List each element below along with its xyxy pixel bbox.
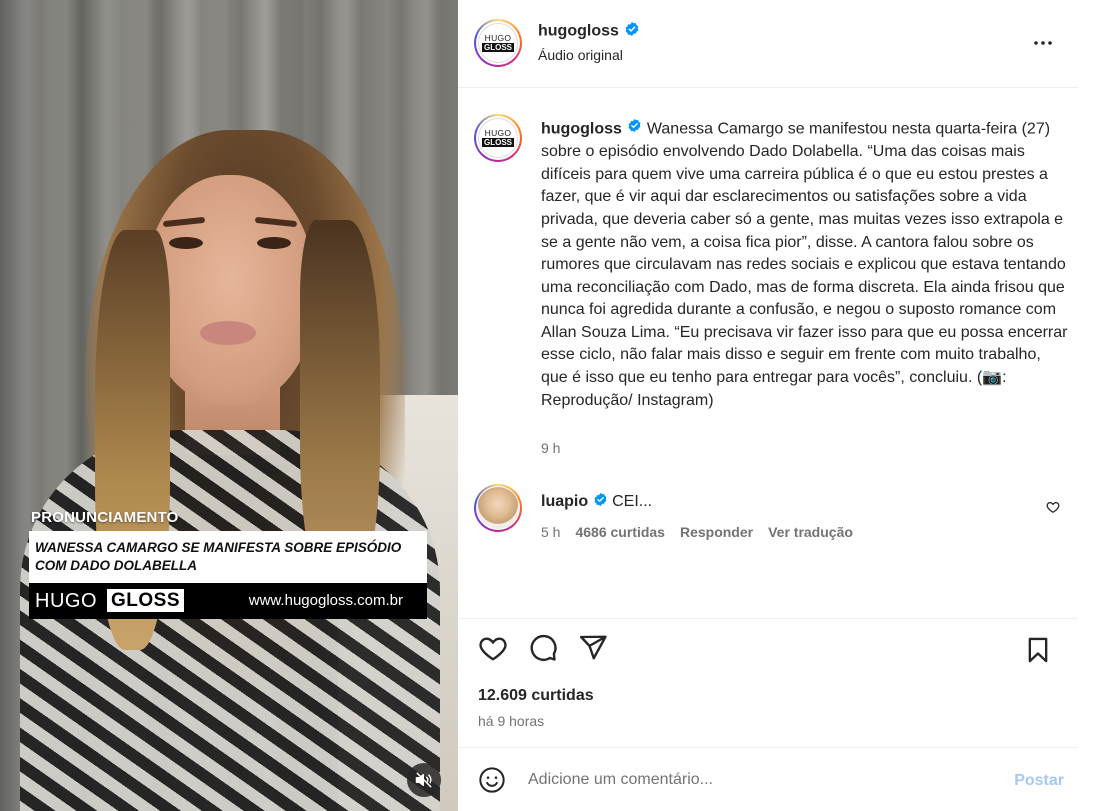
header-avatar[interactable]: HUGO GLOSS (474, 19, 522, 67)
like-button[interactable] (478, 633, 508, 668)
video-overlay-headline-line1: WANESSA CAMARGO SE MANIFESTA SOBRE EPISÓ… (35, 540, 402, 555)
video-overlay-headline-box: WANESSA CAMARGO SE MANIFESTA SOBRE EPISÓ… (29, 531, 427, 583)
post-timestamp[interactable]: há 9 horas (478, 713, 544, 729)
emoji-smiley-icon (479, 767, 505, 793)
video-person-face (145, 175, 315, 405)
comment-button[interactable] (528, 633, 558, 668)
video-brand-bar: HUGO GLOSS www.hugogloss.com.br (29, 583, 427, 619)
mute-button[interactable] (407, 763, 441, 797)
save-button[interactable] (1024, 636, 1052, 669)
comment-meta: 5 h 4686 curtidas Responder Ver tradução (541, 524, 853, 540)
comment-avatar-photo (477, 487, 519, 529)
original-audio-link[interactable]: Áudio original (538, 47, 623, 63)
speaker-muted-icon (415, 772, 432, 788)
post-comment-button[interactable]: Postar (1014, 772, 1064, 790)
verified-badge-icon (624, 21, 640, 42)
see-translation-button[interactable]: Ver tradução (768, 524, 853, 540)
comment-input[interactable] (528, 767, 988, 793)
caption-username[interactable]: hugogloss (541, 121, 622, 138)
heart-icon (479, 636, 507, 661)
post-details-panel: HUGO GLOSS hugogloss Áudio original HUGO… (458, 0, 1078, 811)
brand-gloss-text: GLOSS (107, 589, 185, 612)
avatar-logo-bottom: GLOSS (481, 43, 514, 52)
avatar-logo-top: HUGO (484, 33, 512, 43)
video-player[interactable]: PRONUNCIAMENTO WANESSA CAMARGO SE MANIFE… (0, 0, 458, 811)
more-horizontal-icon (1034, 41, 1052, 45)
post-header: HUGO GLOSS hugogloss Áudio original (458, 0, 1078, 88)
reply-button[interactable]: Responder (680, 524, 753, 540)
comment-likes[interactable]: 4686 curtidas (575, 524, 665, 540)
video-overlay-headline-line2: COM DADO DOLABELLA (35, 558, 197, 573)
caption-body: Wanessa Camargo se manifestou nesta quar… (541, 120, 1068, 409)
actions-divider (458, 618, 1078, 619)
heart-icon (1046, 501, 1060, 514)
verified-badge-icon (627, 118, 642, 141)
header-username-row: hugogloss (538, 21, 640, 42)
comment-item: luapio CEI... 5 h 4686 curtidas Responde… (458, 484, 1078, 544)
caption-text-block: hugogloss Wanessa Camargo se manifestou … (541, 118, 1071, 412)
comment-header: luapio CEI... (541, 492, 652, 512)
caption-avatar[interactable]: HUGO GLOSS (474, 114, 522, 162)
brand-hugo-text: HUGO (35, 590, 97, 612)
comment-text: CEI... (612, 493, 653, 511)
comment-bubble-icon (530, 634, 557, 661)
send-icon (579, 635, 607, 659)
avatar-logo-top: HUGO (484, 128, 512, 138)
video-overlay-kicker: PRONUNCIAMENTO (31, 509, 179, 526)
comment-avatar[interactable] (474, 484, 522, 532)
bookmark-icon (1028, 637, 1048, 663)
hugogloss-logo: HUGO GLOSS (478, 23, 518, 63)
comment-time[interactable]: 5 h (541, 524, 560, 540)
header-username[interactable]: hugogloss (538, 23, 619, 40)
emoji-button[interactable] (478, 766, 506, 799)
comment-username[interactable]: luapio (541, 493, 588, 510)
post-actions (478, 634, 608, 666)
likes-count[interactable]: 12.609 curtidas (478, 687, 594, 705)
share-button[interactable] (578, 633, 608, 668)
caption-timestamp[interactable]: 9 h (541, 440, 560, 456)
avatar-logo-bottom: GLOSS (481, 138, 514, 147)
comment-like-button[interactable] (1046, 500, 1060, 519)
more-options-button[interactable] (1030, 30, 1056, 56)
brand-url-text: www.hugogloss.com.br (248, 592, 403, 609)
hugogloss-logo: HUGO GLOSS (478, 118, 518, 158)
add-comment-bar: Postar (458, 747, 1078, 811)
verified-badge-icon (593, 492, 608, 512)
